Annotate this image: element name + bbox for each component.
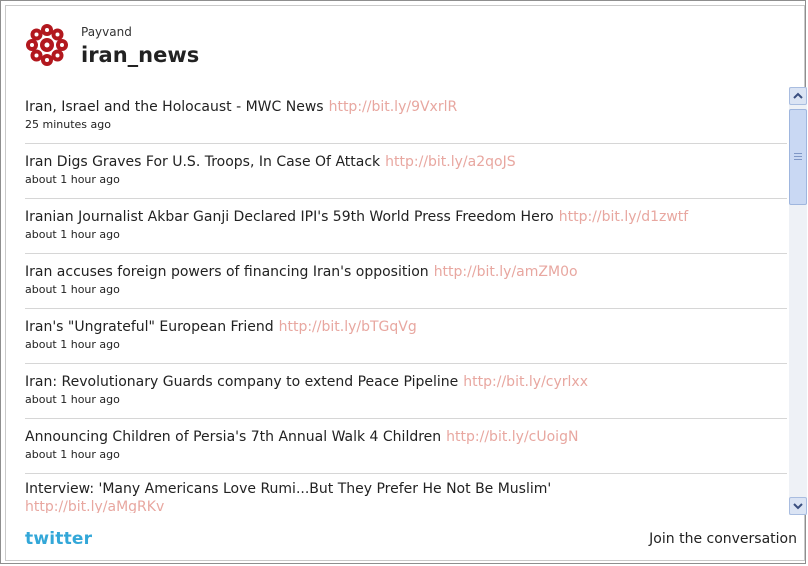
tweet-text: Iran: Revolutionary Guards company to ex… [25,374,459,390]
tweet-text: Iran's "Ungrateful" European Friend [25,319,274,335]
tweet-link[interactable]: http://bit.ly/d1zwtf [559,209,689,225]
tweet-item: Iranian Journalist Akbar Ganji Declared … [25,199,787,254]
profile-logo-icon[interactable] [25,23,69,67]
join-conversation-link[interactable]: Join the conversation [649,531,797,547]
tweet-text: Announcing Children of Persia's 7th Annu… [25,429,442,445]
tweet-text: Iran Digs Graves For U.S. Troops, In Cas… [25,154,381,170]
scroll-thumb[interactable] [789,109,807,205]
tweet-link[interactable]: http://bit.ly/amZM0o [434,264,578,280]
tweet-timestamp[interactable]: 25 minutes ago [25,118,787,131]
tweet-text: Interview: 'Many Americans Love Rumi...B… [25,481,552,497]
tweet-item: Interview: 'Many Americans Love Rumi...B… [25,474,787,513]
tweet-timestamp[interactable]: about 1 hour ago [25,283,787,296]
widget-footer: twitter Join the conversation [25,527,801,553]
chevron-up-icon [793,92,803,99]
twitter-widget: Payvand iran_news Iran, Israel and the H… [0,0,807,564]
scroll-down-button[interactable] [789,497,807,515]
tweet-link[interactable]: http://bit.ly/a2qoJS [385,154,515,170]
tweet-timestamp[interactable]: about 1 hour ago [25,173,787,186]
tweet-item: Iran's "Ungrateful" European Friend http:… [25,309,787,364]
tweet-item: Iran accuses foreign powers of financing… [25,254,787,309]
scroll-up-button[interactable] [789,87,807,105]
tweet-timestamp[interactable]: about 1 hour ago [25,448,787,461]
profile-name[interactable]: Payvand [81,25,132,39]
tweet-item: Iran, Israel and the Holocaust - MWC New… [25,89,787,144]
tweet-link[interactable]: http://bit.ly/bTGqVg [279,319,417,335]
tweet-text: Iran, Israel and the Holocaust - MWC New… [25,99,324,115]
tweet-link[interactable]: http://bit.ly/aMgRKv [25,499,787,513]
tweet-timestamp[interactable]: about 1 hour ago [25,393,787,406]
tweet-timestamp[interactable]: about 1 hour ago [25,228,787,241]
tweet-link[interactable]: http://bit.ly/9VxrlR [329,99,458,115]
tweet-link[interactable]: http://bit.ly/cyrlxx [463,374,588,390]
twitter-logo[interactable]: twitter [25,529,92,549]
profile-header: Payvand iran_news [25,21,625,81]
tweet-list: Iran, Israel and the Holocaust - MWC New… [25,89,787,513]
feed-scrollbar[interactable] [789,87,807,515]
tweet-timestamp[interactable]: about 1 hour ago [25,338,787,351]
tweet-item: Announcing Children of Persia's 7th Annu… [25,419,787,474]
tweet-text: Iran accuses foreign powers of financing… [25,264,429,280]
tweet-text: Iranian Journalist Akbar Ganji Declared … [25,209,554,225]
profile-handle[interactable]: iran_news [81,43,199,67]
chevron-down-icon [793,503,803,510]
tweet-link[interactable]: http://bit.ly/cUoigN [446,429,578,445]
tweet-item: Iran: Revolutionary Guards company to ex… [25,364,787,419]
tweet-item: Iran Digs Graves For U.S. Troops, In Cas… [25,144,787,199]
